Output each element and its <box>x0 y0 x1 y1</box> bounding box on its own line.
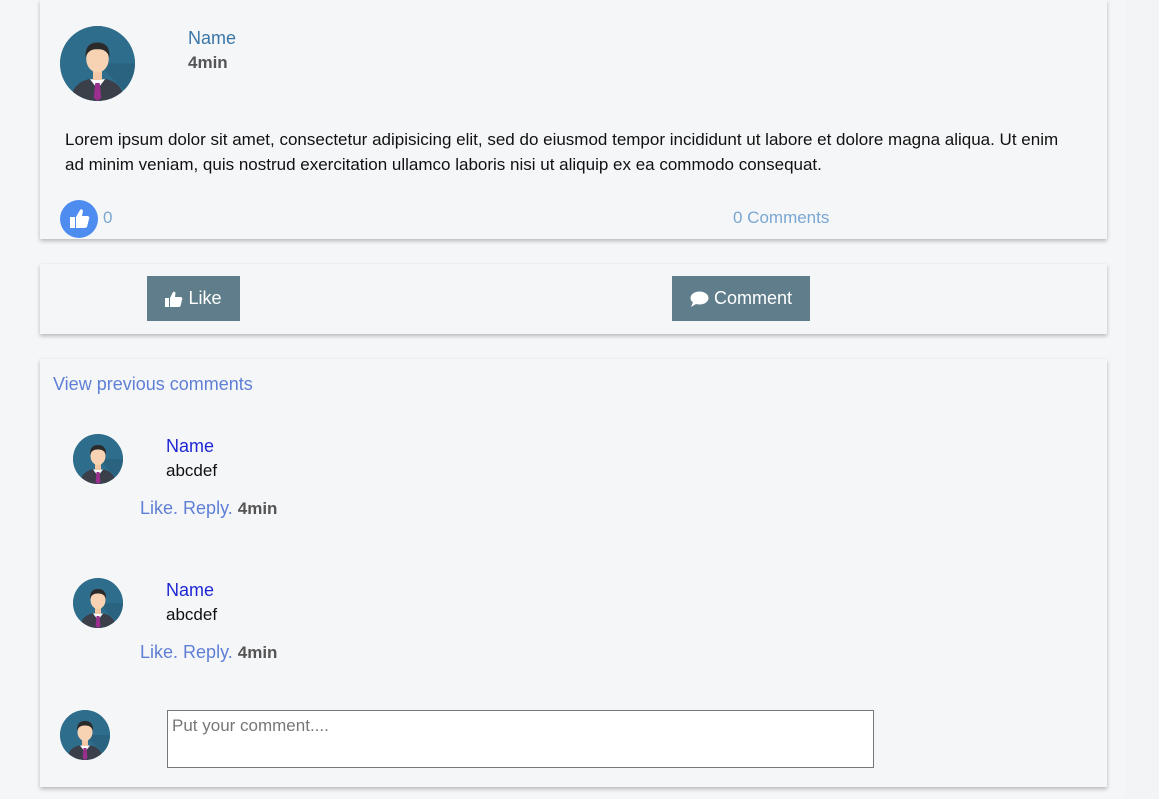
like-button-label: Like <box>188 288 222 308</box>
comment-author-avatar[interactable] <box>73 578 123 628</box>
comment-author-name[interactable]: Name <box>166 580 214 601</box>
comment-meta: Like. Reply. 4min <box>140 498 277 519</box>
comment-button[interactable]: Comment <box>672 276 810 321</box>
user-avatar-icon <box>73 578 123 628</box>
like-count-icon <box>60 200 98 238</box>
comment-meta: Like. Reply. 4min <box>140 642 277 663</box>
comment-reply-link[interactable]: Reply. <box>183 498 233 518</box>
post-body-text: Lorem ipsum dolor sit amet, consectetur … <box>65 130 1059 174</box>
current-user-avatar <box>60 710 110 760</box>
user-avatar-icon <box>60 26 135 101</box>
like-count: 0 <box>103 208 113 227</box>
thumbs-up-icon <box>165 291 183 307</box>
post-timestamp: 4min <box>188 53 228 72</box>
comment-reply-link[interactable]: Reply. <box>183 642 233 662</box>
user-avatar-icon <box>60 710 110 760</box>
comment-author-name[interactable]: Name <box>166 436 214 457</box>
speech-bubble-icon <box>690 291 709 307</box>
comment-input[interactable] <box>167 710 874 768</box>
comment-text: abcdef <box>166 461 218 480</box>
comment-like-link[interactable]: Like. <box>140 642 178 662</box>
view-previous-comments-link[interactable]: View previous comments <box>53 374 253 395</box>
like-button[interactable]: Like <box>147 276 240 321</box>
post-author-name[interactable]: Name <box>188 28 236 49</box>
post-author-avatar[interactable] <box>60 26 135 101</box>
post-card: Name 4min Lorem ipsum dolor sit amet, co… <box>40 0 1107 239</box>
comment-timestamp: 4min <box>237 643 278 662</box>
comment-count-link[interactable]: 0 Comments <box>733 208 829 228</box>
comment-button-label: Comment <box>713 288 793 308</box>
comments-section: View previous comments Name abcdef Like.… <box>40 359 1107 787</box>
comment-text: abcdef <box>166 605 218 624</box>
user-avatar-icon <box>73 434 123 484</box>
thumbs-up-icon <box>70 209 90 228</box>
comment-author-avatar[interactable] <box>73 434 123 484</box>
comment-timestamp: 4min <box>237 499 278 518</box>
post-action-bar: Like Comment <box>40 264 1107 334</box>
comment-like-link[interactable]: Like. <box>140 498 178 518</box>
scrollbar-track[interactable] <box>1125 0 1159 799</box>
